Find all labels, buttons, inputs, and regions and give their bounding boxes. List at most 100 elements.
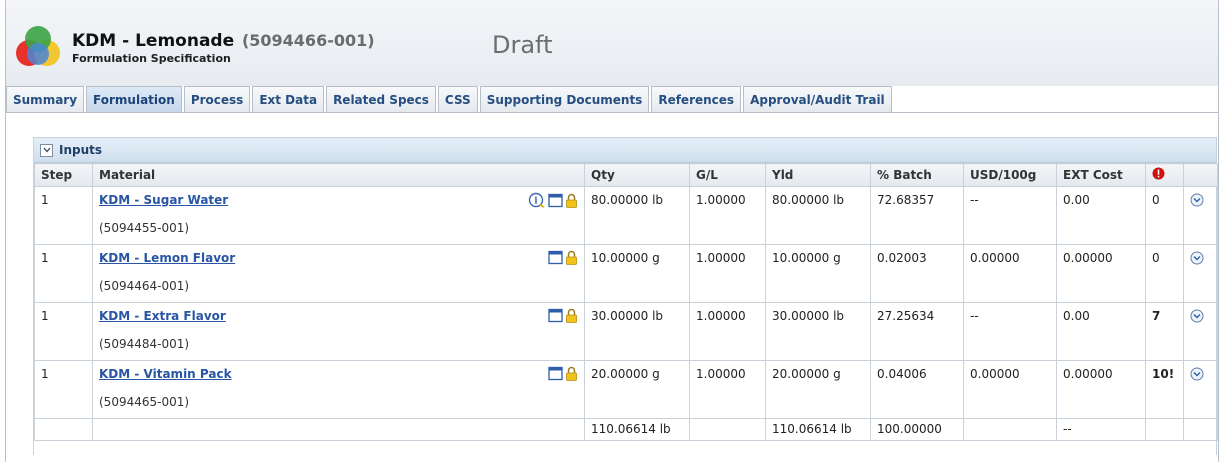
material-code: (5094484-001): [99, 337, 190, 351]
cell-total-qty: 110.06614 lb: [584, 418, 690, 441]
cell-material: KDM - Sugar Water (5094455-001) i: [92, 186, 585, 245]
col-material[interactable]: Material: [92, 163, 585, 187]
window-icon[interactable]: [548, 193, 563, 208]
totals-row: 110.06614 lb 110.06614 lb 100.00000 --: [34, 418, 1218, 441]
page-header: KDM - Lemonade (5094466-001) Formulation…: [0, 0, 1219, 86]
table-row: 1 KDM - Lemon Flavor (5094464-001) 10.00…: [34, 244, 1218, 303]
cell-material: KDM - Lemon Flavor (5094464-001): [92, 244, 585, 303]
cell-alerts: 0: [1145, 244, 1184, 303]
cell-material: KDM - Extra Flavor (5094484-001): [92, 302, 585, 361]
col-alerts: [1145, 163, 1184, 187]
cell-usd: --: [963, 186, 1057, 245]
inputs-table: Step Material Qty G/L Yld % Batch USD/10…: [34, 163, 1218, 441]
material-link[interactable]: KDM - Lemon Flavor: [99, 251, 578, 265]
cell-actions: [1183, 302, 1218, 361]
left-frame-border: [0, 0, 6, 462]
row-expand-icon[interactable]: [1190, 251, 1204, 265]
material-link[interactable]: KDM - Sugar Water: [99, 193, 578, 207]
col-qty[interactable]: Qty: [584, 163, 690, 187]
lock-icon[interactable]: [565, 308, 578, 323]
spec-title: KDM - Lemonade: [72, 31, 235, 51]
cell-step: 1: [34, 360, 93, 419]
table-header-row: Step Material Qty G/L Yld % Batch USD/10…: [34, 163, 1218, 187]
lock-icon[interactable]: [565, 193, 578, 208]
tab-formulation[interactable]: Formulation: [86, 86, 182, 112]
cell-total-actions: [1183, 418, 1218, 441]
window-icon[interactable]: [548, 366, 563, 381]
cell-total-material: [92, 418, 585, 441]
cell-qty: 80.00000 lb: [584, 186, 690, 245]
cell-total-ext-cost: --: [1056, 418, 1146, 441]
cell-step: 1: [34, 302, 93, 361]
tab-css[interactable]: CSS: [437, 86, 478, 112]
lock-icon[interactable]: [565, 250, 578, 265]
cell-alerts[interactable]: 7: [1145, 302, 1184, 361]
inputs-panel: Inputs Step Material Qty G/L Yld % Batch…: [33, 137, 1218, 455]
tab-approval-audit-trail[interactable]: Approval/Audit Trail: [743, 86, 892, 112]
cell-gl: 1.00000: [689, 244, 766, 303]
tab-related-specs[interactable]: Related Specs: [326, 86, 436, 112]
row-expand-icon[interactable]: [1190, 193, 1204, 207]
tab-process[interactable]: Process: [183, 86, 251, 112]
cell-ext-cost: 0.00000: [1056, 360, 1146, 419]
lock-icon[interactable]: [565, 366, 578, 381]
cell-total-usd: [963, 418, 1057, 441]
material-link[interactable]: KDM - Vitamin Pack: [99, 367, 578, 381]
col-yld[interactable]: Yld: [765, 163, 871, 187]
col-step[interactable]: Step: [34, 163, 93, 187]
cell-total-step: [34, 418, 93, 441]
cell-gl: 1.00000: [689, 302, 766, 361]
cell-step: 1: [34, 244, 93, 303]
cell-total-yld: 110.06614 lb: [765, 418, 871, 441]
cell-total-batch: 100.00000: [870, 418, 964, 441]
cell-ext-cost: 0.00: [1056, 302, 1146, 361]
table-row: 1 KDM - Extra Flavor (5094484-001) 30.00…: [34, 302, 1218, 361]
material-code: (5094464-001): [99, 279, 190, 293]
cell-gl: 1.00000: [689, 186, 766, 245]
alert-icon: [1152, 167, 1165, 180]
cell-yld: 10.00000 g: [765, 244, 871, 303]
cell-batch: 0.04006: [870, 360, 964, 419]
row-expand-icon[interactable]: [1190, 309, 1204, 323]
material-link[interactable]: KDM - Extra Flavor: [99, 309, 578, 323]
material-icons: i: [528, 192, 578, 208]
cell-gl: 1.00000: [689, 360, 766, 419]
tab-divider: [6, 112, 1218, 113]
col-batch[interactable]: % Batch: [870, 163, 964, 187]
inputs-title: Inputs: [59, 143, 103, 157]
tab-supporting-documents[interactable]: Supporting Documents: [479, 86, 650, 112]
tab-references[interactable]: References: [651, 86, 742, 112]
cell-batch: 72.68357: [870, 186, 964, 245]
material-icons: [548, 308, 578, 323]
col-ext-cost[interactable]: EXT Cost: [1056, 163, 1146, 187]
status-label: Draft: [492, 31, 553, 59]
col-gl[interactable]: G/L: [689, 163, 766, 187]
window-icon[interactable]: [548, 308, 563, 323]
material-icons: [548, 366, 578, 381]
col-usd[interactable]: USD/100g: [963, 163, 1057, 187]
col-actions: [1183, 163, 1218, 187]
row-expand-icon[interactable]: [1190, 367, 1204, 381]
tab-ext-data[interactable]: Ext Data: [252, 86, 325, 112]
cell-batch: 0.02003: [870, 244, 964, 303]
spec-id: (5094466-001): [241, 31, 375, 50]
cell-yld: 20.00000 g: [765, 360, 871, 419]
cell-total-gl: [689, 418, 766, 441]
app-logo-icon: [16, 26, 60, 66]
cell-qty: 20.00000 g: [584, 360, 690, 419]
info-icon[interactable]: i: [528, 192, 546, 208]
cell-actions: [1183, 186, 1218, 245]
cell-alerts: 0: [1145, 186, 1184, 245]
svg-text:i: i: [534, 197, 538, 207]
cell-usd: 0.00000: [963, 360, 1057, 419]
cell-actions: [1183, 244, 1218, 303]
window-icon[interactable]: [548, 250, 563, 265]
tab-summary[interactable]: Summary: [6, 86, 85, 112]
cell-usd: 0.00000: [963, 244, 1057, 303]
cell-qty: 10.00000 g: [584, 244, 690, 303]
cell-ext-cost: 0.00: [1056, 186, 1146, 245]
material-code: (5094465-001): [99, 395, 190, 409]
cell-alerts[interactable]: 10!: [1145, 360, 1184, 419]
collapse-icon[interactable]: [40, 143, 53, 157]
material-code: (5094455-001): [99, 221, 190, 235]
